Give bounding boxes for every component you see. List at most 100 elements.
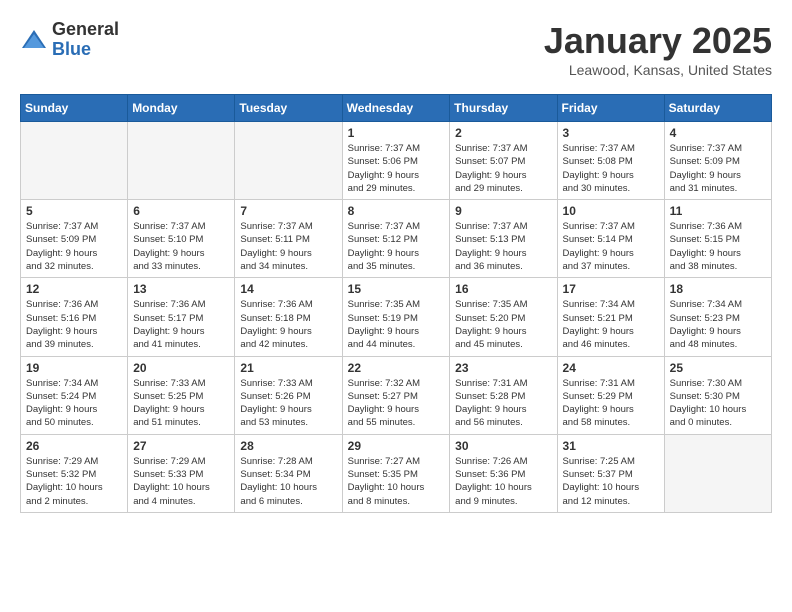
day-number: 25 bbox=[670, 361, 766, 375]
day-number: 2 bbox=[455, 126, 551, 140]
location: Leawood, Kansas, United States bbox=[544, 62, 772, 78]
day-info: Sunrise: 7:37 AM Sunset: 5:13 PM Dayligh… bbox=[455, 220, 551, 273]
calendar-cell: 10Sunrise: 7:37 AM Sunset: 5:14 PM Dayli… bbox=[557, 200, 664, 278]
day-number: 31 bbox=[563, 439, 659, 453]
weekday-header-friday: Friday bbox=[557, 95, 664, 122]
day-info: Sunrise: 7:36 AM Sunset: 5:17 PM Dayligh… bbox=[133, 298, 229, 351]
day-number: 17 bbox=[563, 282, 659, 296]
day-number: 6 bbox=[133, 204, 229, 218]
calendar-cell bbox=[128, 122, 235, 200]
calendar-cell: 8 Sunrise: 7:37 AM Sunset: 5:12 PM Daylig… bbox=[342, 200, 450, 278]
day-number: 15 bbox=[348, 282, 445, 296]
calendar-week-4: 19 Sunrise: 7:34 AM Sunset: 5:24 PM Dayli… bbox=[21, 356, 772, 434]
calendar-cell: 11 Sunrise: 7:36 AM Sunset: 5:15 PM Dayli… bbox=[664, 200, 771, 278]
day-info: Sunrise: 7:37 AM Sunset: 5:10 PM Dayligh… bbox=[133, 220, 229, 273]
day-info: Sunrise: 7:31 AM Sunset: 5:28 PM Dayligh… bbox=[455, 377, 551, 430]
calendar-cell: 27 Sunrise: 7:29 AM Sunset: 5:33 PM Dayli… bbox=[128, 434, 235, 512]
day-info: Sunrise: 7:26 AM Sunset: 5:36 PM Dayligh… bbox=[455, 455, 551, 508]
day-info: Sunrise: 7:30 AM Sunset: 5:30 PM Dayligh… bbox=[670, 377, 766, 430]
day-number: 30 bbox=[455, 439, 551, 453]
calendar-cell: 24 Sunrise: 7:31 AM Sunset: 5:29 PM Dayli… bbox=[557, 356, 664, 434]
month-title: January 2025 bbox=[544, 20, 772, 62]
day-info: Sunrise: 7:34 AM Sunset: 5:24 PM Dayligh… bbox=[26, 377, 122, 430]
weekday-header-row: SundayMondayTuesdayWednesdayThursdayFrid… bbox=[21, 95, 772, 122]
day-info: Sunrise: 7:36 AM Sunset: 5:18 PM Dayligh… bbox=[240, 298, 336, 351]
calendar-cell: 7 Sunrise: 7:37 AM Sunset: 5:11 PM Daylig… bbox=[235, 200, 342, 278]
day-info: Sunrise: 7:29 AM Sunset: 5:32 PM Dayligh… bbox=[26, 455, 122, 508]
day-info: Sunrise: 7:32 AM Sunset: 5:27 PM Dayligh… bbox=[348, 377, 445, 430]
calendar-week-5: 26 Sunrise: 7:29 AM Sunset: 5:32 PM Dayli… bbox=[21, 434, 772, 512]
calendar-cell: 16 Sunrise: 7:35 AM Sunset: 5:20 PM Dayli… bbox=[450, 278, 557, 356]
calendar-cell: 2Sunrise: 7:37 AM Sunset: 5:07 PM Daylig… bbox=[450, 122, 557, 200]
calendar: SundayMondayTuesdayWednesdayThursdayFrid… bbox=[20, 94, 772, 513]
weekday-header-sunday: Sunday bbox=[21, 95, 128, 122]
day-number: 9 bbox=[455, 204, 551, 218]
calendar-cell: 13 Sunrise: 7:36 AM Sunset: 5:17 PM Dayli… bbox=[128, 278, 235, 356]
day-number: 8 bbox=[348, 204, 445, 218]
calendar-cell: 25 Sunrise: 7:30 AM Sunset: 5:30 PM Dayli… bbox=[664, 356, 771, 434]
calendar-cell: 9 Sunrise: 7:37 AM Sunset: 5:13 PM Daylig… bbox=[450, 200, 557, 278]
day-info: Sunrise: 7:29 AM Sunset: 5:33 PM Dayligh… bbox=[133, 455, 229, 508]
calendar-cell: 23 Sunrise: 7:31 AM Sunset: 5:28 PM Dayli… bbox=[450, 356, 557, 434]
calendar-cell: 6 Sunrise: 7:37 AM Sunset: 5:10 PM Daylig… bbox=[128, 200, 235, 278]
calendar-cell: 19 Sunrise: 7:34 AM Sunset: 5:24 PM Dayli… bbox=[21, 356, 128, 434]
day-info: Sunrise: 7:31 AM Sunset: 5:29 PM Dayligh… bbox=[563, 377, 659, 430]
day-number: 21 bbox=[240, 361, 336, 375]
calendar-cell: 15 Sunrise: 7:35 AM Sunset: 5:19 PM Dayli… bbox=[342, 278, 450, 356]
logo: General Blue bbox=[20, 20, 119, 60]
day-number: 20 bbox=[133, 361, 229, 375]
day-info: Sunrise: 7:33 AM Sunset: 5:26 PM Dayligh… bbox=[240, 377, 336, 430]
weekday-header-tuesday: Tuesday bbox=[235, 95, 342, 122]
calendar-cell bbox=[21, 122, 128, 200]
calendar-cell: 4Sunrise: 7:37 AM Sunset: 5:09 PM Daylig… bbox=[664, 122, 771, 200]
logo-general-text: General bbox=[52, 20, 119, 40]
day-number: 27 bbox=[133, 439, 229, 453]
day-number: 23 bbox=[455, 361, 551, 375]
logo-blue-text: Blue bbox=[52, 40, 119, 60]
day-info: Sunrise: 7:36 AM Sunset: 5:16 PM Dayligh… bbox=[26, 298, 122, 351]
calendar-cell: 18 Sunrise: 7:34 AM Sunset: 5:23 PM Dayli… bbox=[664, 278, 771, 356]
calendar-cell: 12Sunrise: 7:36 AM Sunset: 5:16 PM Dayli… bbox=[21, 278, 128, 356]
weekday-header-thursday: Thursday bbox=[450, 95, 557, 122]
calendar-cell bbox=[235, 122, 342, 200]
day-info: Sunrise: 7:35 AM Sunset: 5:19 PM Dayligh… bbox=[348, 298, 445, 351]
day-number: 7 bbox=[240, 204, 336, 218]
day-info: Sunrise: 7:34 AM Sunset: 5:23 PM Dayligh… bbox=[670, 298, 766, 351]
day-number: 28 bbox=[240, 439, 336, 453]
calendar-cell: 14 Sunrise: 7:36 AM Sunset: 5:18 PM Dayli… bbox=[235, 278, 342, 356]
day-number: 24 bbox=[563, 361, 659, 375]
calendar-cell: 22 Sunrise: 7:32 AM Sunset: 5:27 PM Dayli… bbox=[342, 356, 450, 434]
weekday-header-monday: Monday bbox=[128, 95, 235, 122]
calendar-cell: 20 Sunrise: 7:33 AM Sunset: 5:25 PM Dayli… bbox=[128, 356, 235, 434]
calendar-cell bbox=[664, 434, 771, 512]
calendar-cell: 17 Sunrise: 7:34 AM Sunset: 5:21 PM Dayli… bbox=[557, 278, 664, 356]
calendar-cell: 21 Sunrise: 7:33 AM Sunset: 5:26 PM Dayli… bbox=[235, 356, 342, 434]
calendar-cell: 28Sunrise: 7:28 AM Sunset: 5:34 PM Dayli… bbox=[235, 434, 342, 512]
day-info: Sunrise: 7:35 AM Sunset: 5:20 PM Dayligh… bbox=[455, 298, 551, 351]
calendar-cell: 31 Sunrise: 7:25 AM Sunset: 5:37 PM Dayli… bbox=[557, 434, 664, 512]
day-number: 4 bbox=[670, 126, 766, 140]
day-info: Sunrise: 7:37 AM Sunset: 5:11 PM Dayligh… bbox=[240, 220, 336, 273]
day-number: 22 bbox=[348, 361, 445, 375]
day-info: Sunrise: 7:37 AM Sunset: 5:12 PM Dayligh… bbox=[348, 220, 445, 273]
day-info: Sunrise: 7:34 AM Sunset: 5:21 PM Dayligh… bbox=[563, 298, 659, 351]
day-info: Sunrise: 7:36 AM Sunset: 5:15 PM Dayligh… bbox=[670, 220, 766, 273]
day-info: Sunrise: 7:27 AM Sunset: 5:35 PM Dayligh… bbox=[348, 455, 445, 508]
day-info: Sunrise: 7:25 AM Sunset: 5:37 PM Dayligh… bbox=[563, 455, 659, 508]
day-number: 19 bbox=[26, 361, 122, 375]
day-number: 14 bbox=[240, 282, 336, 296]
calendar-week-2: 5Sunrise: 7:37 AM Sunset: 5:09 PM Daylig… bbox=[21, 200, 772, 278]
day-number: 26 bbox=[26, 439, 122, 453]
day-info: Sunrise: 7:37 AM Sunset: 5:06 PM Dayligh… bbox=[348, 142, 445, 195]
day-number: 13 bbox=[133, 282, 229, 296]
day-number: 16 bbox=[455, 282, 551, 296]
day-number: 10 bbox=[563, 204, 659, 218]
day-number: 3 bbox=[563, 126, 659, 140]
weekday-header-saturday: Saturday bbox=[664, 95, 771, 122]
day-info: Sunrise: 7:33 AM Sunset: 5:25 PM Dayligh… bbox=[133, 377, 229, 430]
calendar-week-1: 1 Sunrise: 7:37 AM Sunset: 5:06 PM Daylig… bbox=[21, 122, 772, 200]
day-number: 29 bbox=[348, 439, 445, 453]
day-number: 18 bbox=[670, 282, 766, 296]
day-number: 1 bbox=[348, 126, 445, 140]
day-number: 11 bbox=[670, 204, 766, 218]
